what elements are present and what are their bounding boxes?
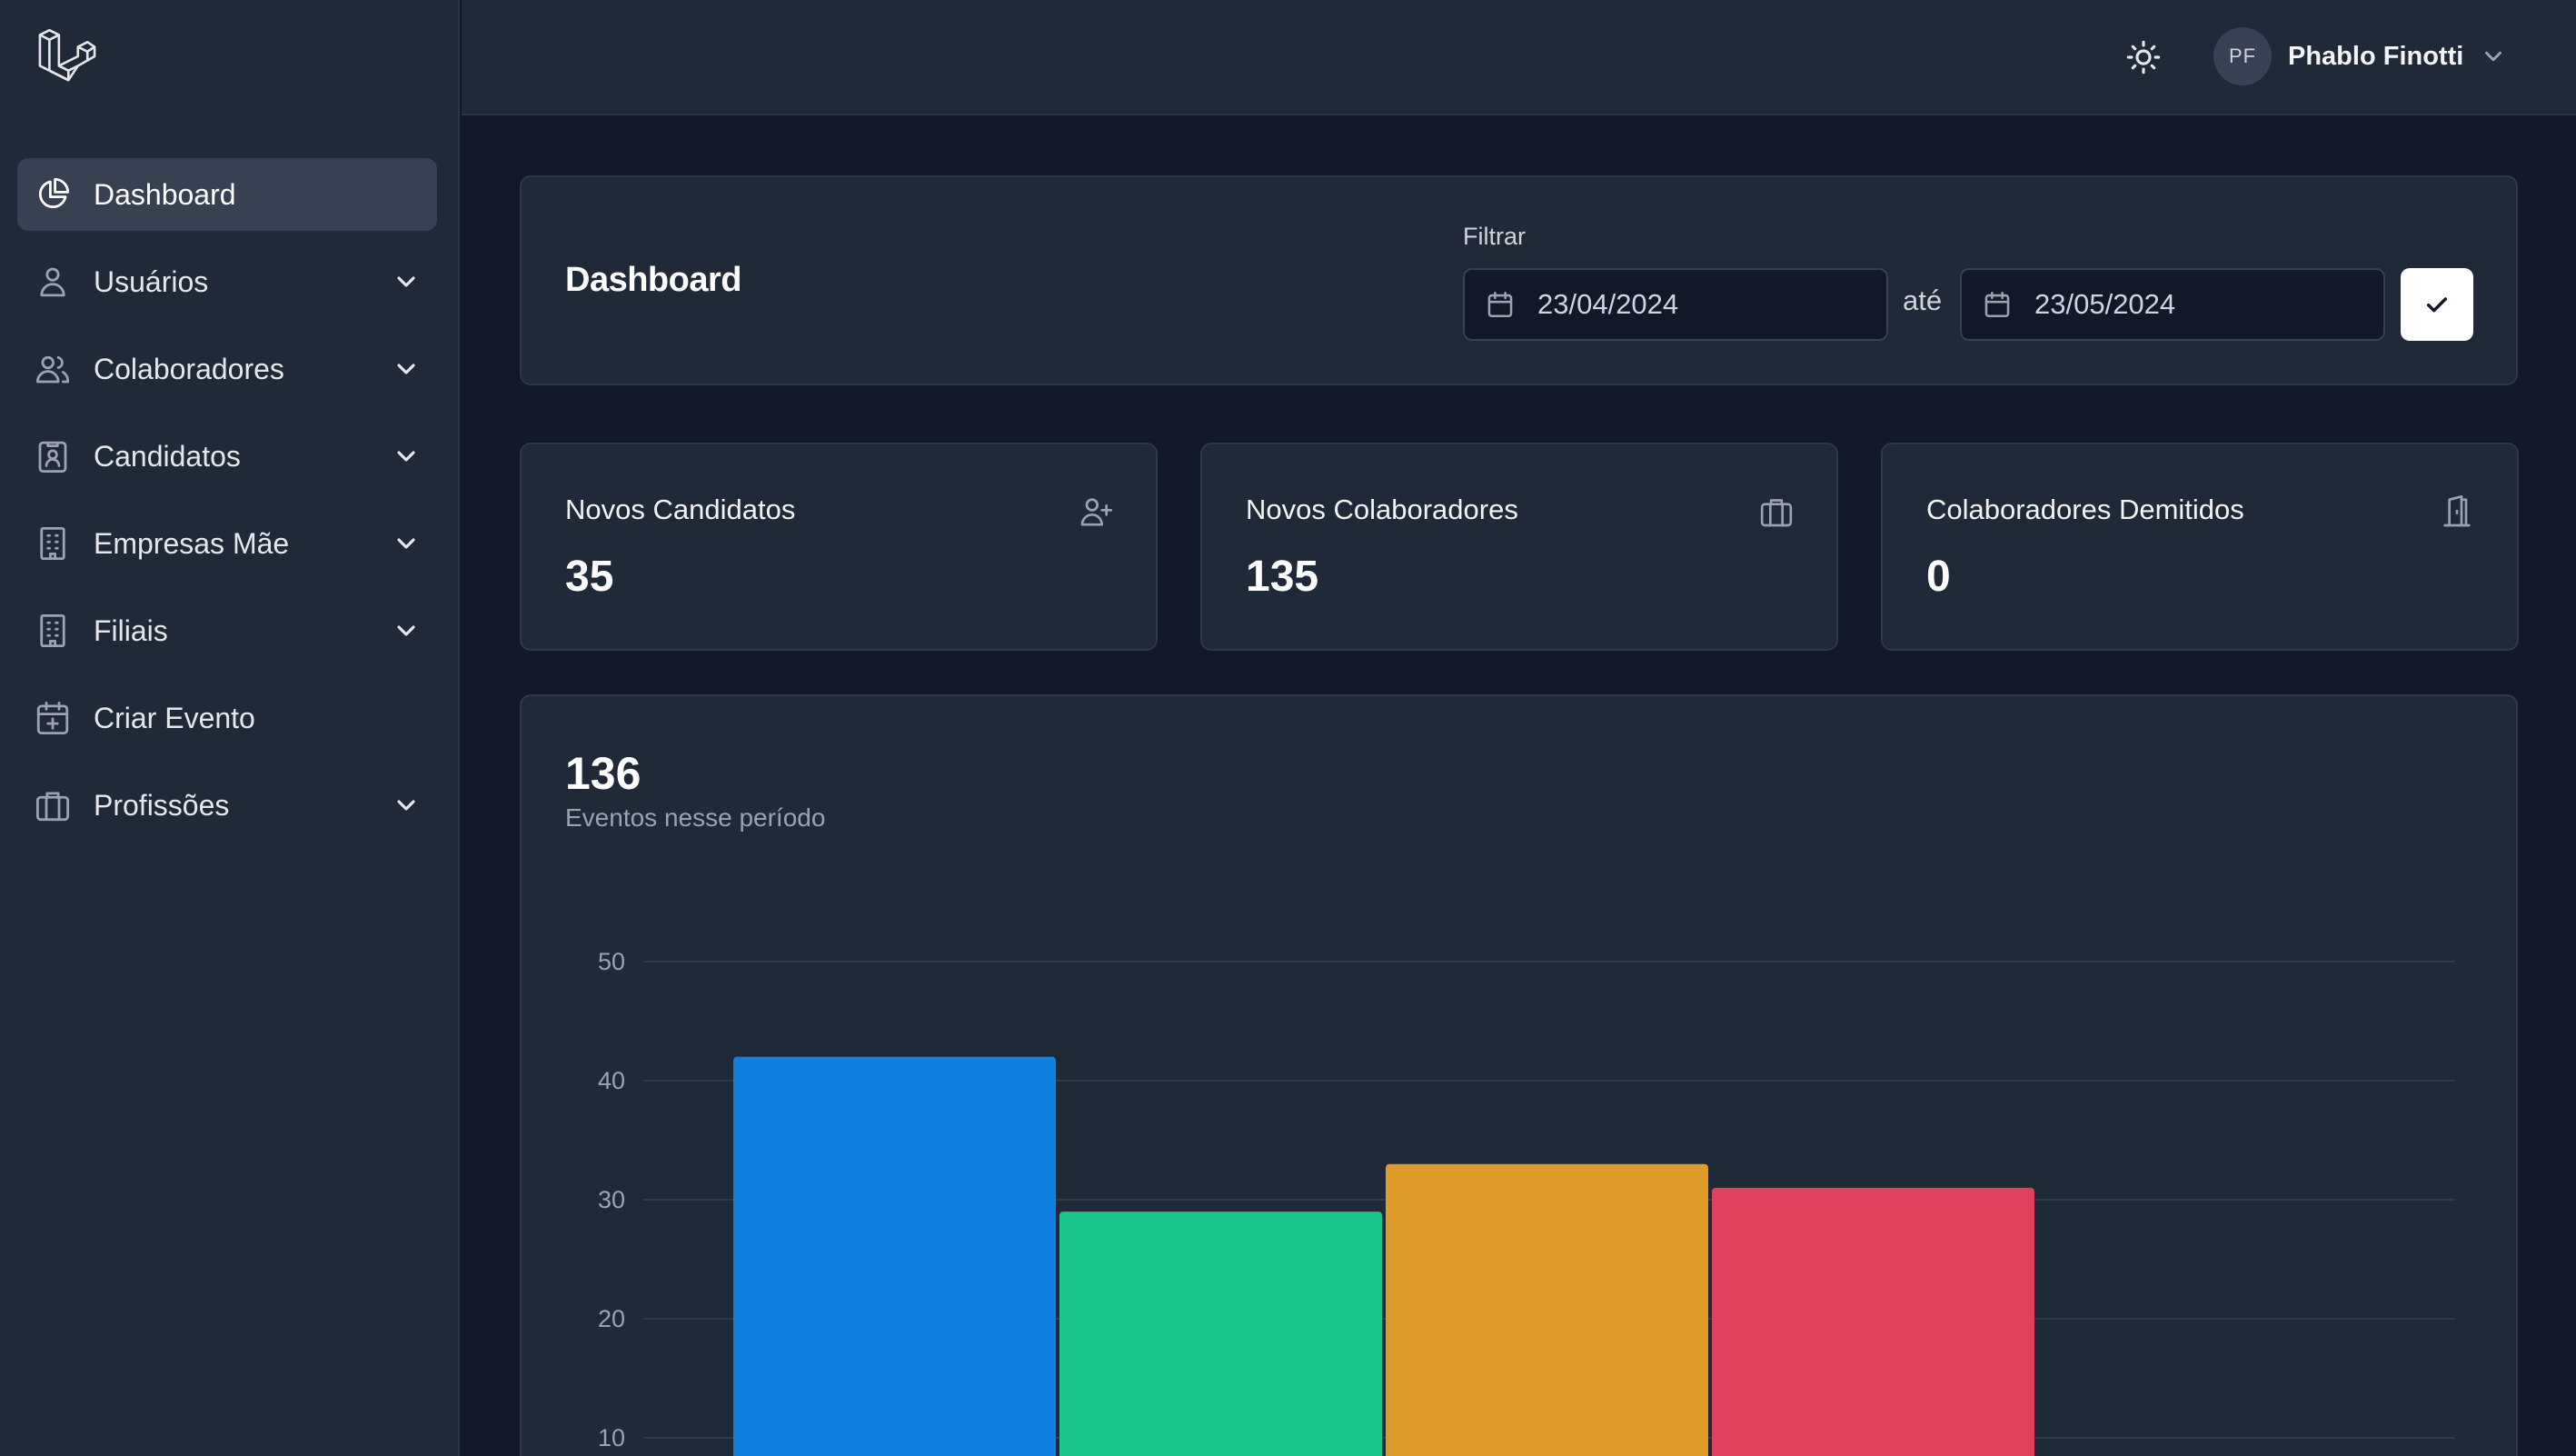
chevron-down-icon[interactable] <box>392 616 421 645</box>
pie-chart-icon <box>34 175 72 214</box>
sidebar-item-label: Colaboradores <box>94 352 284 385</box>
page-title: Dashboard <box>565 261 741 299</box>
stat-card-novos-candidatos: Novos Candidatos 35 <box>520 443 1158 651</box>
stat-label: Novos Colaboradores <box>1246 494 1518 525</box>
events-chart-card: 136 Eventos nesse período 10 20 30 40 50 <box>520 694 2518 1456</box>
date-range-separator: até <box>1903 284 1943 316</box>
laravel-logo-icon[interactable] <box>35 25 100 87</box>
y-tick-label: 20 <box>598 1305 625 1332</box>
sidebar-item-label: Criar Evento <box>94 701 255 734</box>
sidebar-item-label: Empresas Mãe <box>94 526 290 560</box>
chart-bar[interactable] <box>1386 1163 1708 1456</box>
chevron-down-icon[interactable] <box>392 267 421 296</box>
building-icon <box>34 612 72 650</box>
user-icon <box>34 263 72 301</box>
chart-bar[interactable] <box>733 1056 1056 1456</box>
sidebar-item-label: Candidatos <box>94 439 241 473</box>
top-bar: PF Phablo Finotti <box>462 0 2576 115</box>
stat-card-colaboradores-demitidos: Colaboradores Demitidos 0 <box>1881 443 2519 651</box>
calendar-plus-icon <box>34 699 72 737</box>
sidebar-item-criar-evento[interactable]: Criar Evento <box>17 682 437 754</box>
chevron-down-icon[interactable] <box>392 791 421 820</box>
date-to-input[interactable]: 23/05/2024 <box>1960 268 2385 341</box>
id-badge-icon <box>34 437 72 475</box>
chart-bar[interactable] <box>1059 1212 1382 1456</box>
sidebar: Dashboard Usuários Colaboradores Candida… <box>0 0 460 1456</box>
chevron-down-icon[interactable] <box>392 442 421 471</box>
chart-bar[interactable] <box>1712 1187 2034 1456</box>
door-exit-icon <box>2439 494 2475 530</box>
sidebar-item-label: Filiais <box>94 613 168 647</box>
sidebar-item-label: Usuários <box>94 264 209 298</box>
sidebar-item-label: Profissões <box>94 788 230 822</box>
chevron-down-icon[interactable] <box>2480 43 2507 70</box>
date-to-value: 23/05/2024 <box>2034 288 2176 320</box>
sidebar-item-colaboradores[interactable]: Colaboradores <box>17 333 437 405</box>
check-icon <box>2426 297 2448 313</box>
briefcase-icon <box>34 786 72 824</box>
apply-filter-button[interactable] <box>2401 268 2473 341</box>
users-icon <box>34 350 72 388</box>
y-tick-label: 40 <box>598 1067 625 1094</box>
briefcase-icon <box>1758 494 1795 530</box>
sidebar-item-dashboard[interactable]: Dashboard <box>17 158 437 231</box>
chevron-down-icon[interactable] <box>392 529 421 558</box>
sidebar-item-candidatos[interactable]: Candidatos <box>17 420 437 493</box>
sidebar-item-profissoes[interactable]: Profissões <box>17 769 437 842</box>
user-name[interactable]: Phablo Finotti <box>2288 42 2463 72</box>
y-tick-label: 50 <box>598 948 625 975</box>
avatar[interactable]: PF <box>2213 27 2272 85</box>
filter-label: Filtrar <box>1463 223 1526 250</box>
chevron-down-icon[interactable] <box>392 354 421 384</box>
building-icon <box>34 524 72 563</box>
sidebar-item-usuarios[interactable]: Usuários <box>17 245 437 318</box>
stat-value: 35 <box>565 553 614 601</box>
y-tick-label: 10 <box>598 1424 625 1451</box>
sidebar-item-empresas-mae[interactable]: Empresas Mãe <box>17 507 437 580</box>
stat-value: 0 <box>1926 553 1951 601</box>
sun-icon[interactable] <box>2124 38 2163 76</box>
date-from-value: 23/04/2024 <box>1537 288 1679 320</box>
stat-card-novos-colaboradores: Novos Colaboradores 135 <box>1200 443 1838 651</box>
sidebar-nav: Dashboard Usuários Colaboradores Candida… <box>17 158 437 856</box>
user-plus-icon <box>1078 494 1114 530</box>
calendar-icon <box>1984 291 2010 318</box>
sidebar-item-filiais[interactable]: Filiais <box>17 594 437 667</box>
y-tick-label: 30 <box>598 1186 625 1213</box>
user-menu[interactable]: PF Phablo Finotti <box>2213 27 2507 85</box>
date-from-input[interactable]: 23/04/2024 <box>1463 268 1888 341</box>
events-bar-chart: 10 20 30 40 50 <box>598 948 2455 1456</box>
sidebar-item-label: Dashboard <box>94 177 236 211</box>
stat-value: 135 <box>1246 553 1319 601</box>
stat-label: Colaboradores Demitidos <box>1926 494 2244 525</box>
calendar-icon <box>1487 291 1513 318</box>
dashboard-header-card: Dashboard Filtrar 23/04/2024 até 23/05/2… <box>520 175 2518 385</box>
stat-label: Novos Candidatos <box>565 494 796 525</box>
